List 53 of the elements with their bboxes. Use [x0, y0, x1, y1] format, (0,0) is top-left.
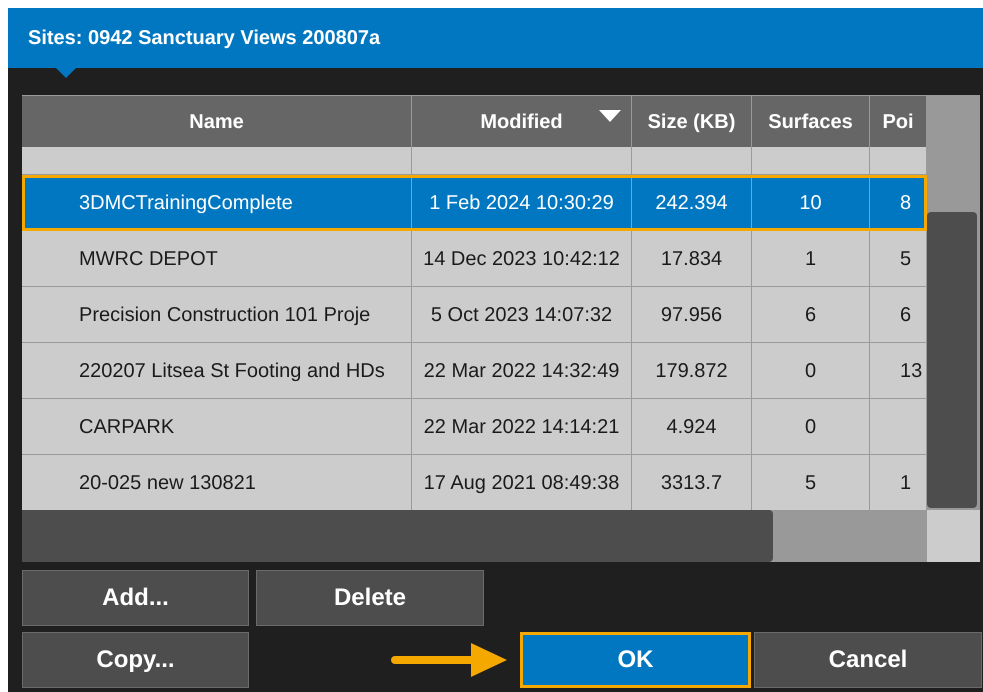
table-cell-text: 0: [804, 358, 816, 384]
scrollbar-corner: [927, 510, 980, 562]
table-cell-text: 5 Oct 2023 14:07:32: [430, 302, 612, 328]
sort-arrow-icon: [599, 110, 621, 122]
table-cell-text: 22 Mar 2022 14:14:21: [424, 414, 620, 440]
table-row[interactable]: Precision Construction 101 Proje 5 Oct 2023 14:07:32 97.956 6 6: [22, 287, 927, 343]
vertical-scrollbar[interactable]: [927, 95, 980, 510]
table-cell-text: 17 Aug 2021 08:49:38: [424, 470, 620, 496]
table-cell-text: 1 Feb 2024 10:30:29: [429, 190, 614, 216]
table-cell-text: 220207 Litsea St Footing and HDs: [79, 358, 385, 384]
table-cell-text: 5: [900, 246, 912, 272]
table-cell-text: 0: [804, 414, 816, 440]
table-cell-text: 242.394: [655, 190, 728, 216]
horizontal-scrollbar[interactable]: [22, 510, 927, 562]
pointer-arrow-icon: [391, 643, 507, 677]
copy-button[interactable]: Copy...: [22, 632, 249, 688]
table-row[interactable]: MWRC DEPOT 14 Dec 2023 10:42:12 17.834 1 5: [22, 231, 927, 287]
table-cell-text: 97.956: [660, 302, 722, 328]
table-cell-text: 1: [900, 470, 912, 496]
table-row[interactable]: CARPARK 22 Mar 2022 14:14:21 4.924 0: [22, 399, 927, 455]
table-cell-text: CARPARK: [79, 414, 174, 440]
table-cell-text: 4.924: [666, 414, 717, 440]
column-header[interactable]: Surfaces: [752, 95, 870, 147]
table-cell-text: 8: [900, 190, 912, 216]
table-row[interactable]: 220207 Litsea St Footing and HDs 22 Mar 2022 14:32:49 179.872 0 13: [22, 343, 927, 399]
cancel-button[interactable]: Cancel: [754, 632, 982, 688]
table-cell-text: 13: [900, 358, 922, 384]
window-title: Sites: 0942 Sanctuary Views 200807a: [28, 26, 380, 51]
table-cell-text: 179.872: [655, 358, 728, 384]
scrollbar-thumb[interactable]: [927, 212, 977, 508]
table-cell-text: 22 Mar 2022 14:32:49: [424, 358, 620, 384]
table-cell-text: 3DMCTrainingComplete: [79, 190, 293, 216]
delete-button[interactable]: Delete: [256, 570, 484, 626]
table-cell-text: 14 Dec 2023 10:42:12: [423, 246, 620, 272]
table-cell-text: 1: [804, 246, 816, 272]
table-row[interactable]: 20-025 new 130821 17 Aug 2021 08:49:38 3313.7 5 1: [22, 455, 927, 510]
table-cell-text: Precision Construction 101 Proje: [79, 302, 370, 328]
column-header[interactable]: Size (KB): [632, 95, 752, 147]
table-cell-text: 6: [900, 302, 912, 328]
add-button[interactable]: Add...: [22, 570, 249, 626]
table-cell-text: 6: [804, 302, 816, 328]
table-cell-text: 10: [799, 190, 822, 216]
column-header[interactable]: Name: [22, 95, 412, 147]
table-cell-text: 3313.7: [660, 470, 722, 496]
table-cell-text: MWRC DEPOT: [79, 246, 218, 272]
highlighted-row[interactable]: 3DMCTrainingComplete 1 Feb 2024 10:30:29 242.394 10 8: [22, 175, 927, 231]
scrollbar-thumb[interactable]: [22, 510, 773, 562]
column-header[interactable]: Poi: [870, 95, 927, 147]
table-cell-text: 17.834: [660, 246, 722, 272]
ok-button[interactable]: OK: [520, 632, 751, 688]
table-cell-text: 5: [804, 470, 816, 496]
column-header[interactable]: Modified: [412, 95, 632, 147]
table-cell-text: 20-025 new 130821: [79, 470, 256, 496]
